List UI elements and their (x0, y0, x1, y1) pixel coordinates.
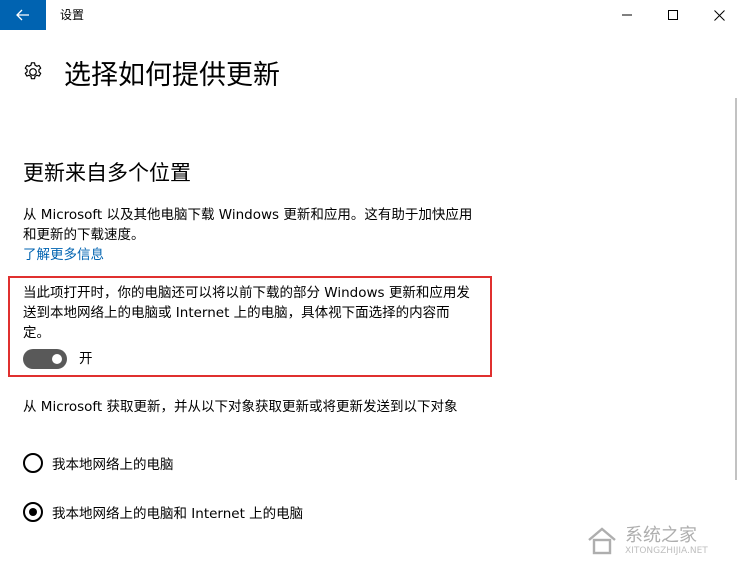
delivery-toggle[interactable] (23, 349, 67, 369)
page-title: 选择如何提供更新 (64, 59, 280, 91)
scrollbar[interactable] (735, 98, 737, 480)
radio-option-local[interactable]: 我本地网络上的电脑 (23, 453, 174, 473)
radio-label: 我本地网络上的电脑和 Internet 上的电脑 (52, 506, 304, 522)
gear-icon (24, 62, 42, 80)
arrow-left-icon (16, 9, 29, 21)
toggle-knob (52, 354, 62, 364)
toggle-description: 当此项打开时，你的电脑还可以将以前下载的部分 Windows 更新和应用发送到本… (23, 285, 470, 341)
source-description: 从 Microsoft 获取更新，并从以下对象获取更新或将更新发送到以下对象 (23, 399, 458, 415)
window-title: 设置 (60, 8, 85, 22)
radio-label: 我本地网络上的电脑 (52, 457, 174, 473)
section-description: 从 Microsoft 以及其他电脑下载 Windows 更新和应用。这有助于加… (23, 207, 473, 243)
radio-option-local-and-internet[interactable]: 我本地网络上的电脑和 Internet 上的电脑 (23, 502, 303, 522)
radio-button[interactable] (23, 502, 43, 522)
back-button[interactable] (0, 0, 46, 30)
learn-more-link[interactable]: 了解更多信息 (23, 243, 104, 263)
maximize-button[interactable] (650, 0, 696, 30)
section-title: 更新来自多个位置 (23, 161, 191, 185)
page-header: 选择如何提供更新 (22, 52, 280, 92)
close-icon (713, 9, 725, 21)
minimize-icon (622, 14, 632, 16)
radio-button[interactable] (23, 453, 43, 473)
house-logo-icon (588, 527, 616, 555)
title-bar: 设置 (0, 0, 742, 30)
watermark-text-cn: 系统之家 (625, 524, 697, 546)
minimize-button[interactable] (604, 0, 650, 30)
toggle-state-label: 开 (79, 351, 93, 367)
watermark: 系统之家 XITONGZHIJIA.NET (585, 518, 735, 564)
maximize-icon (668, 10, 678, 20)
watermark-text-en: XITONGZHIJIA.NET (625, 545, 708, 556)
close-button[interactable] (696, 0, 742, 30)
